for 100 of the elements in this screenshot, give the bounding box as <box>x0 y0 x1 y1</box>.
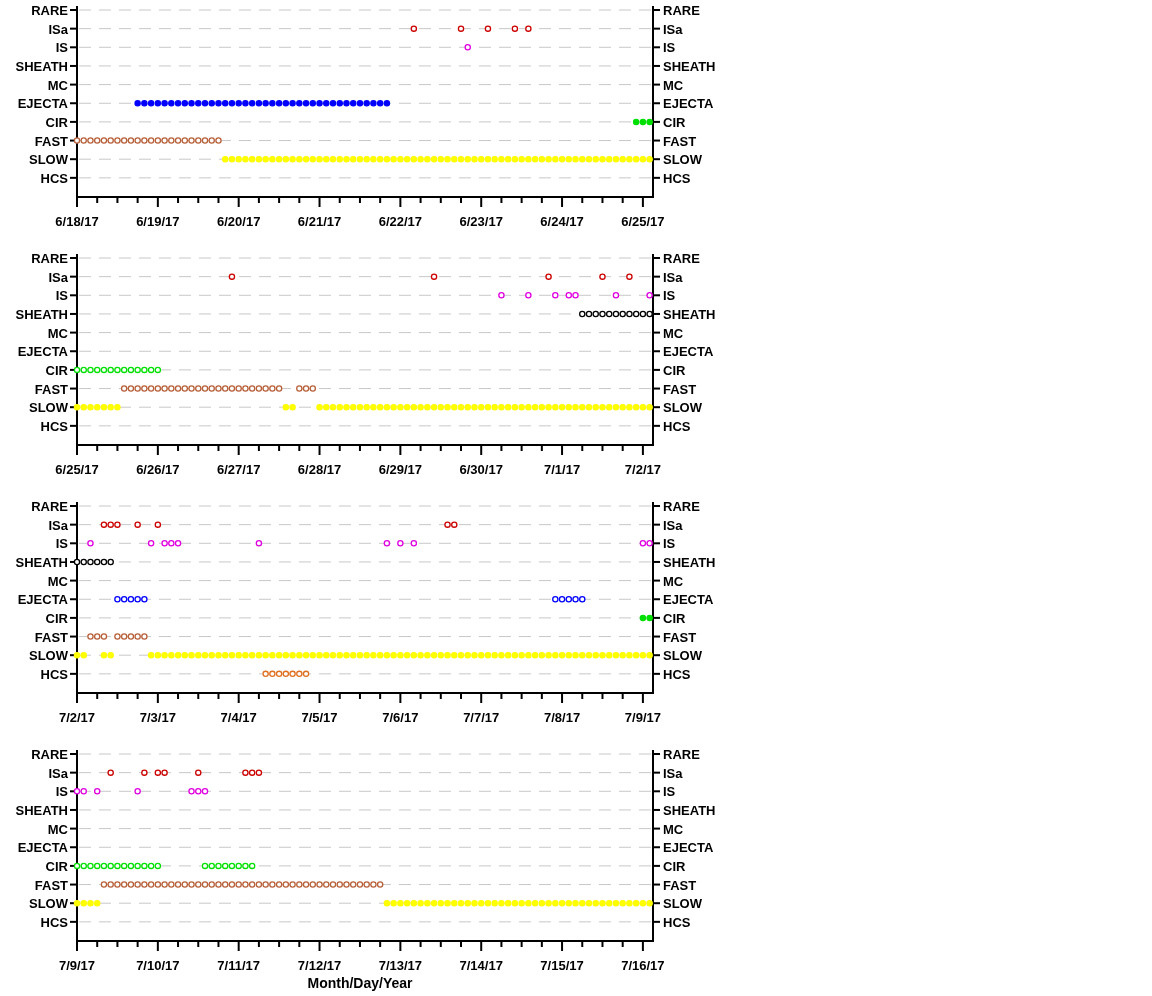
tick-label: 7/6/17 <box>382 710 419 725</box>
tick-label: 7/12/17 <box>297 958 342 973</box>
tick-label: 6/20/17 <box>217 214 261 229</box>
axis-label: FAST <box>663 133 697 149</box>
axis-label: FAST <box>34 133 68 149</box>
tick-label: 7/2/17 <box>624 462 661 477</box>
tick-label: 6/29/17 <box>378 462 423 477</box>
axis-label: ISa <box>48 269 68 285</box>
axis-label: SHEATH <box>15 554 68 570</box>
tick-label: 7/7/17 <box>463 710 500 725</box>
axis-label: HCS <box>40 418 68 434</box>
axis-label: SLOW <box>663 400 702 416</box>
axis-label: RARE <box>31 747 68 762</box>
axis-label: SHEATH <box>15 802 68 818</box>
axis-label: IS <box>663 288 676 304</box>
axis-label: MC <box>663 77 684 93</box>
axis-label: IS <box>55 536 68 552</box>
axis-label: ISa <box>48 517 68 533</box>
tick-label: 6/22/17 <box>378 214 423 229</box>
axis-label: ISa <box>663 765 683 781</box>
axis-label: IS <box>55 288 68 304</box>
axis-label: CIR <box>45 114 68 130</box>
tick-label: 6/24/17 <box>540 214 584 229</box>
axis-label: MC <box>47 325 68 341</box>
axis-label: HCS <box>663 418 691 434</box>
axis-label: EJECTA <box>17 592 68 608</box>
axis-label: MC <box>47 573 68 589</box>
tick-label: 6/18/17 <box>55 214 99 229</box>
axis-label: MC <box>663 821 684 837</box>
axis-label: ISa <box>663 517 683 533</box>
axis-label: RARE <box>31 251 68 266</box>
tick-label: 6/28/17 <box>297 462 342 477</box>
axis-label: IS <box>663 536 676 552</box>
axis-label: FAST <box>663 629 697 645</box>
tick-label: 6/30/17 <box>459 462 503 477</box>
axis-label: RARE <box>663 3 700 18</box>
tick-label: 6/27/17 <box>217 462 261 477</box>
axis-label: RARE <box>31 3 68 18</box>
axis-label: RARE <box>663 251 700 266</box>
axis-label: RARE <box>663 499 700 514</box>
tick-label: 7/14/17 <box>459 958 503 973</box>
axis-label: CIR <box>663 362 686 378</box>
axis-label: SHEATH <box>15 58 68 74</box>
axis-title: Month/Day/Year <box>307 975 413 991</box>
tick-label: 6/25/17 <box>621 214 665 229</box>
axis-label: MC <box>47 77 68 93</box>
axis-label: EJECTA <box>17 840 68 856</box>
axis-label: SHEATH <box>663 58 716 74</box>
axis-label: MC <box>47 821 68 837</box>
axis-label: FAST <box>663 877 697 893</box>
axis-label: CIR <box>663 858 686 874</box>
axis-label: EJECTA <box>663 840 714 856</box>
axis-label: SLOW <box>29 648 68 664</box>
axis-label: SHEATH <box>663 554 716 570</box>
axis-label: EJECTA <box>663 592 714 608</box>
axis-label: EJECTA <box>663 96 714 112</box>
axis-label: SLOW <box>29 400 68 416</box>
tick-label: 6/25/17 <box>55 462 99 477</box>
axis-label: HCS <box>40 666 68 682</box>
axis-label: SHEATH <box>663 802 716 818</box>
tick-label: 7/16/17 <box>621 958 665 973</box>
tick-label: 7/3/17 <box>139 710 176 725</box>
tick-label: 7/15/17 <box>540 958 584 973</box>
axis-label: ISa <box>663 269 683 285</box>
axis-label: MC <box>663 573 684 589</box>
tick-label: 6/26/17 <box>136 462 180 477</box>
axis-label: SLOW <box>663 896 702 912</box>
axis-label: EJECTA <box>663 344 714 360</box>
axis-label: CIR <box>663 610 686 626</box>
tick-label: 7/8/17 <box>543 710 581 725</box>
axis-label: IS <box>663 784 676 800</box>
tick-label: 7/10/17 <box>136 958 180 973</box>
tick-label: 7/9/17 <box>624 710 661 725</box>
tick-label: 6/19/17 <box>136 214 180 229</box>
axis-label: CIR <box>45 858 68 874</box>
tick-label: 7/1/17 <box>543 462 581 477</box>
tick-label: 7/2/17 <box>58 710 96 725</box>
axis-label: FAST <box>34 629 68 645</box>
tick-label: 6/23/17 <box>459 214 503 229</box>
tick-label: 7/11/17 <box>217 958 260 973</box>
axis-label: EJECTA <box>17 344 68 360</box>
axis-label: ISa <box>663 21 683 37</box>
axis-label: SHEATH <box>663 306 716 322</box>
axis-label: EJECTA <box>17 96 68 112</box>
axis-label: SLOW <box>29 896 68 912</box>
axis-label: CIR <box>663 114 686 130</box>
axis-label: HCS <box>663 170 691 186</box>
axis-label: RARE <box>31 499 68 514</box>
tick-label: 7/13/17 <box>378 958 423 973</box>
axis-label: HCS <box>40 170 68 186</box>
axis-label: IS <box>55 784 68 800</box>
axis-label: CIR <box>45 610 68 626</box>
axis-label: HCS <box>663 914 691 930</box>
axis-label: ISa <box>48 765 68 781</box>
axis-label: MC <box>663 325 684 341</box>
axis-label: HCS <box>40 914 68 930</box>
axis-label: FAST <box>34 381 68 397</box>
axis-label: IS <box>663 40 676 56</box>
tick-label: 6/21/17 <box>297 214 342 229</box>
axis-label: CIR <box>45 362 68 378</box>
